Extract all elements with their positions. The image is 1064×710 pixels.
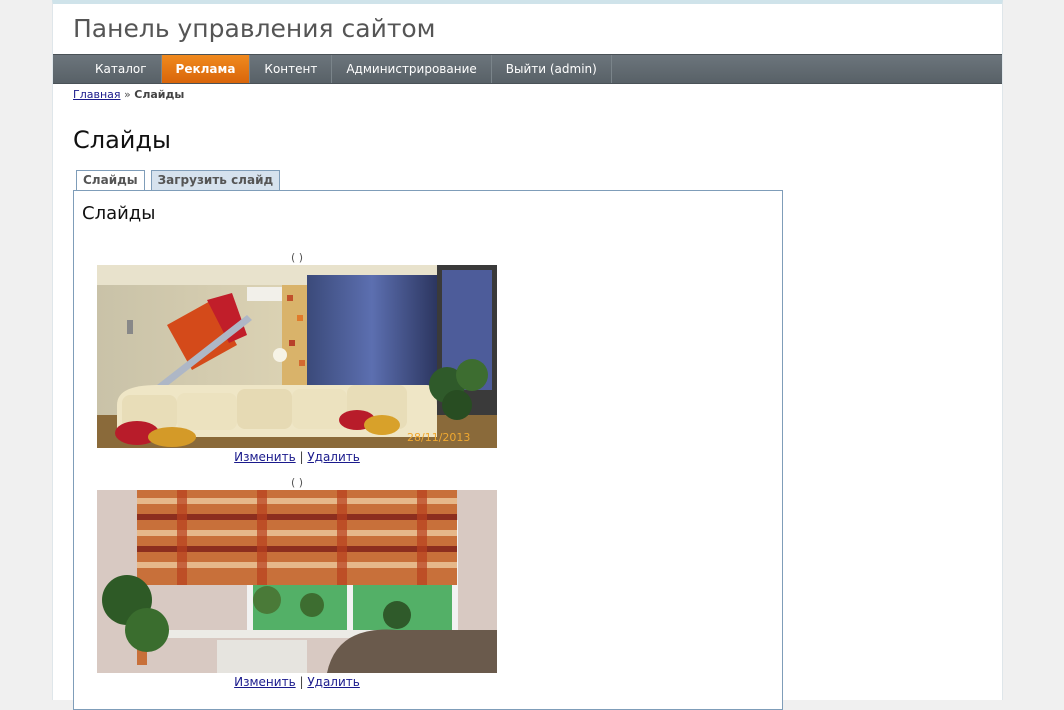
nav-item-logout[interactable]: Выйти (admin) <box>492 55 612 83</box>
slide-item: ( ) <box>97 251 497 464</box>
delete-slide-link[interactable]: Удалить <box>307 675 360 689</box>
breadcrumb: Главная » Слайды <box>73 88 184 101</box>
page-title: Слайды <box>73 126 171 154</box>
living-room-photo: 28/11/2013 <box>97 265 497 448</box>
slide-caption: ( ) <box>290 251 304 264</box>
page-container: Панель управления сайтом Каталог Реклама… <box>52 0 1003 710</box>
slide-item: ( ) <box>97 476 497 689</box>
tab-slides[interactable]: Слайды <box>76 170 145 191</box>
slides-panel: Слайды ( ) 28/11/2013 Изменить | Удалить… <box>73 190 783 710</box>
panel-title: Слайды <box>82 203 156 224</box>
main-navbar: Каталог Реклама Контент Администрировани… <box>53 54 1002 84</box>
nav-item-administration[interactable]: Администрирование <box>332 55 492 83</box>
actions-separator: | <box>299 675 304 689</box>
slide-caption: ( ) <box>290 476 304 489</box>
actions-separator: | <box>299 450 304 464</box>
slide-actions: Изменить | Удалить <box>97 450 497 464</box>
nav-item-catalog[interactable]: Каталог <box>81 55 162 83</box>
site-title: Панель управления сайтом <box>73 14 436 43</box>
tab-upload-slide[interactable]: Загрузить слайд <box>150 170 281 190</box>
breadcrumb-current: Слайды <box>134 88 185 101</box>
breadcrumb-home-link[interactable]: Главная <box>73 88 121 101</box>
tab-bar: Слайды Загрузить слайд <box>76 170 281 191</box>
breadcrumb-separator: » <box>124 88 131 101</box>
window-blinds-photo <box>97 490 497 673</box>
edit-slide-link[interactable]: Изменить <box>234 675 296 689</box>
nav-item-advertising[interactable]: Реклама <box>161 55 251 83</box>
slide-date-stamp: 28/11/2013 <box>407 431 470 444</box>
delete-slide-link[interactable]: Удалить <box>307 450 360 464</box>
edit-slide-link[interactable]: Изменить <box>234 450 296 464</box>
nav-item-content[interactable]: Контент <box>250 55 333 83</box>
slide-actions: Изменить | Удалить <box>97 675 497 689</box>
